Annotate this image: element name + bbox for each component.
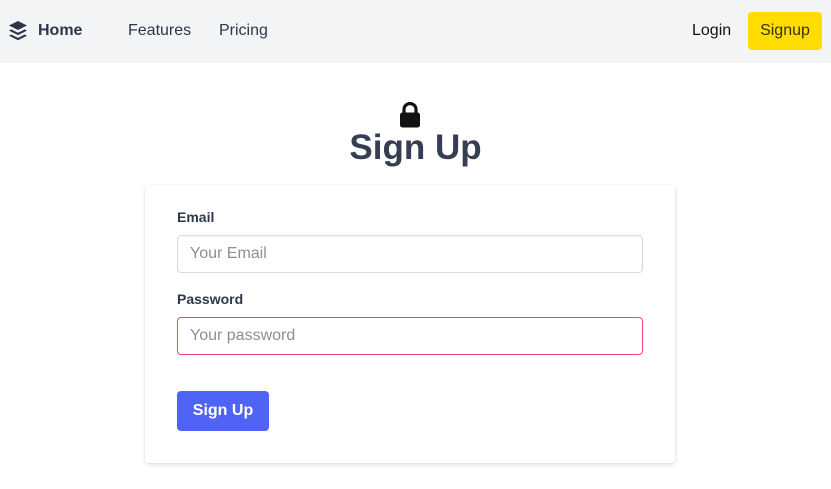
password-field[interactable] <box>177 317 643 355</box>
lock-icon <box>400 102 420 128</box>
page-title: Sign Up <box>349 128 482 167</box>
brand-home-link[interactable]: Home <box>8 20 82 42</box>
email-field[interactable] <box>177 235 643 273</box>
nav-link-features[interactable]: Features <box>128 20 191 42</box>
login-link[interactable]: Login <box>692 20 731 42</box>
brand-label: Home <box>38 22 83 39</box>
navbar: Home Features Pricing Login Signup <box>0 0 831 63</box>
nav-link-pricing[interactable]: Pricing <box>219 20 268 42</box>
signup-form-card: Email Password Sign Up <box>145 185 675 463</box>
signup-button[interactable]: Signup <box>748 12 822 50</box>
email-label: Email <box>177 209 215 225</box>
password-label: Password <box>177 291 244 307</box>
layers-icon <box>9 21 27 41</box>
sign-up-submit-button[interactable]: Sign Up <box>177 391 269 431</box>
